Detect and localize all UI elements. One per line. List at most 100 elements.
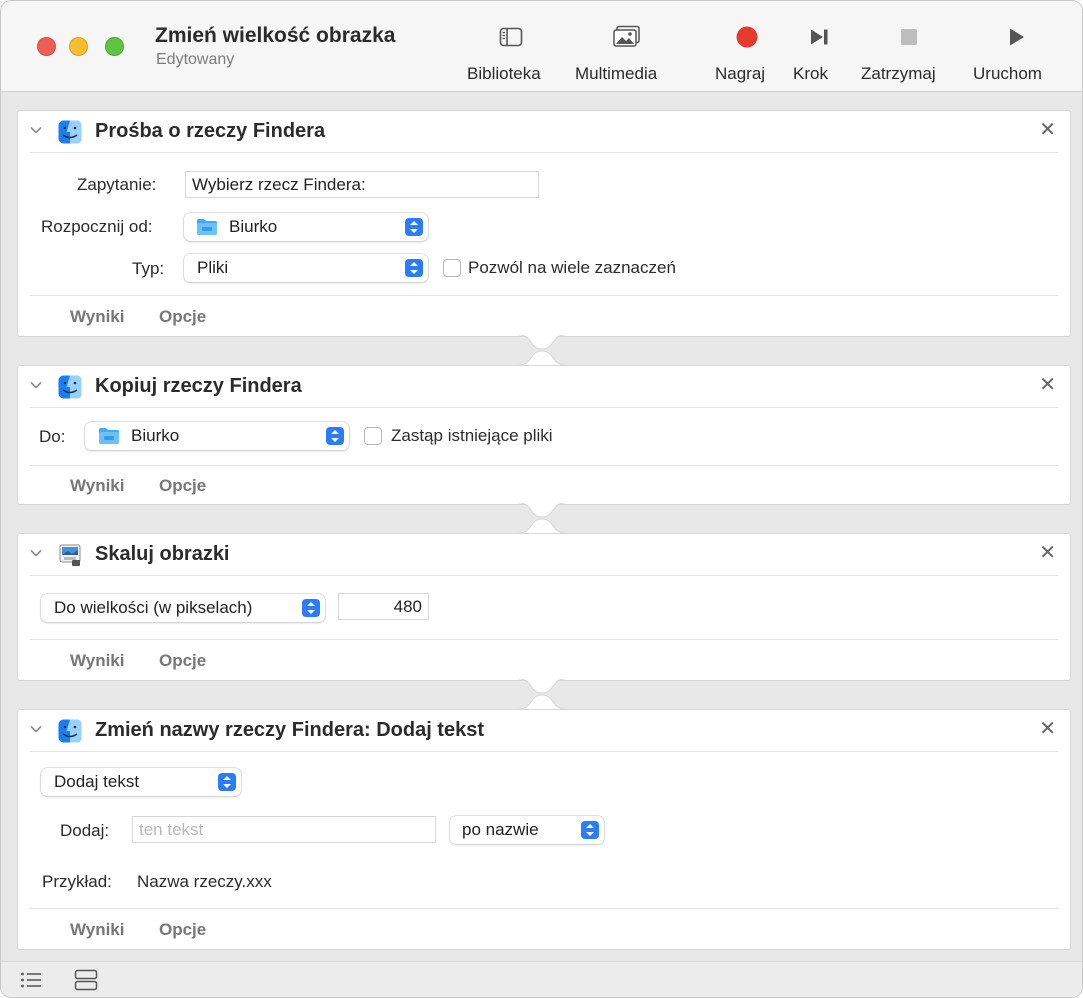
step-button[interactable]: Krok — [793, 19, 847, 83]
record-button[interactable]: Nagraj — [715, 19, 779, 83]
results-button[interactable]: Wyniki — [70, 651, 124, 671]
example-value: Nazwa rzeczy.xxx — [137, 872, 272, 891]
step-label: Krok — [793, 64, 828, 83]
finder-icon — [58, 375, 82, 399]
results-button[interactable]: Wyniki — [70, 476, 124, 496]
replace-existing-checkbox[interactable] — [364, 427, 382, 445]
scale-size-field[interactable]: 480 — [338, 593, 429, 620]
chevron-down-icon[interactable] — [29, 722, 43, 736]
action-header: Zmień nazwy rzeczy Findera: Dodaj tekst … — [18, 710, 1070, 751]
action-title: Prośba o rzeczy Findera — [95, 120, 326, 142]
divider — [30, 295, 1058, 296]
allow-multiple-label: Pozwól na wiele zaznaczeń — [468, 258, 676, 277]
close-icon[interactable]: ✕ — [1039, 543, 1056, 563]
start-at-label: Rozpocznij od: — [41, 217, 153, 236]
results-button[interactable]: Wyniki — [70, 307, 124, 327]
action-connector — [519, 679, 565, 709]
toolbar: Zmień wielkość obrazka Edytowany Bibliot… — [1, 1, 1082, 92]
options-button[interactable]: Opcje — [159, 651, 206, 671]
popup-arrows-icon — [405, 218, 423, 236]
divider — [30, 751, 1058, 752]
to-value: Biurko — [131, 426, 180, 445]
close-icon[interactable]: ✕ — [1039, 719, 1056, 739]
action-title: Skaluj obrazki — [95, 543, 230, 565]
options-button[interactable]: Opcje — [159, 307, 206, 327]
finder-icon — [58, 120, 82, 144]
popup-arrows-icon — [581, 821, 599, 839]
to-popup[interactable]: Biurko — [85, 422, 349, 450]
results-button[interactable]: Wyniki — [70, 920, 124, 940]
to-label: Do: — [39, 427, 66, 446]
media-button[interactable]: Multimedia — [575, 19, 679, 83]
scale-mode-popup[interactable]: Do wielkości (w pikselach) — [41, 594, 325, 622]
action-header: Kopiuj rzeczy Findera ✕ — [18, 366, 1070, 407]
popup-arrows-icon — [218, 773, 236, 791]
list-icon[interactable] — [20, 971, 42, 989]
chevron-down-icon[interactable] — [29, 546, 43, 560]
action-connector — [519, 503, 565, 533]
preview-icon — [59, 544, 81, 566]
replace-existing-label: Zastąp istniejące pliki — [391, 426, 553, 445]
automator-window: Zmień wielkość obrazka Edytowany Bibliot… — [0, 0, 1083, 998]
finder-icon — [58, 719, 82, 743]
start-at-value: Biurko — [229, 217, 278, 236]
options-button[interactable]: Opcje — [159, 476, 206, 496]
record-label: Nagraj — [715, 64, 766, 83]
action-connector — [519, 335, 565, 365]
chevron-down-icon[interactable] — [29, 378, 43, 392]
zoom-window-button[interactable] — [105, 37, 124, 56]
media-label: Multimedia — [575, 64, 658, 83]
close-window-button[interactable] — [37, 37, 56, 56]
action-copy-finder-items: Kopiuj rzeczy Findera ✕ Do: Biurko Zastą… — [17, 365, 1071, 505]
popup-arrows-icon — [326, 427, 344, 445]
action-title: Kopiuj rzeczy Findera — [95, 375, 302, 397]
run-label: Uruchom — [973, 64, 1042, 83]
rename-mode-value: Dodaj tekst — [54, 772, 140, 791]
folder-icon — [99, 428, 119, 444]
record-icon — [715, 19, 779, 55]
divider — [30, 908, 1058, 909]
divider — [30, 639, 1058, 640]
divider — [30, 407, 1058, 408]
library-label: Biblioteka — [467, 64, 541, 83]
step-icon — [793, 19, 847, 55]
prompt-field[interactable]: Wybierz rzecz Findera: — [185, 171, 539, 198]
allow-multiple-checkbox[interactable] — [443, 259, 461, 277]
type-popup[interactable]: Pliki — [184, 254, 428, 282]
add-text-field[interactable]: ten tekst — [132, 816, 436, 843]
position-popup[interactable]: po nazwie — [450, 816, 604, 844]
stop-label: Zatrzymaj — [861, 64, 936, 83]
bottom-bar — [1, 961, 1082, 997]
add-label: Dodaj: — [60, 821, 110, 840]
divider — [30, 575, 1058, 576]
stop-button[interactable]: Zatrzymaj — [861, 19, 957, 83]
close-icon[interactable]: ✕ — [1039, 375, 1056, 395]
stop-icon — [861, 19, 957, 55]
sidebar-icon — [467, 19, 555, 55]
action-ask-finder-items: Prośba o rzeczy Findera ✕ Zapytanie: Wyb… — [17, 110, 1071, 337]
rename-mode-popup[interactable]: Dodaj tekst — [41, 768, 241, 796]
position-value: po nazwie — [462, 820, 539, 839]
type-value: Pliki — [197, 258, 229, 277]
play-icon — [973, 19, 1061, 55]
action-header: Skaluj obrazki ✕ — [18, 534, 1070, 575]
prompt-label: Zapytanie: — [77, 175, 157, 194]
chevron-down-icon[interactable] — [29, 123, 43, 137]
action-rename-finder-items: Zmień nazwy rzeczy Findera: Dodaj tekst … — [17, 709, 1071, 950]
start-at-popup[interactable]: Biurko — [184, 213, 428, 241]
workflow-icon[interactable] — [74, 969, 98, 991]
window-subtitle: Edytowany — [156, 51, 235, 68]
library-button[interactable]: Biblioteka — [467, 19, 555, 83]
minimize-window-button[interactable] — [69, 37, 88, 56]
options-button[interactable]: Opcje — [159, 920, 206, 940]
close-icon[interactable]: ✕ — [1039, 120, 1056, 140]
action-title: Zmień nazwy rzeczy Findera: Dodaj tekst — [95, 719, 484, 741]
run-button[interactable]: Uruchom — [973, 19, 1061, 83]
example-label: Przykład: — [42, 872, 112, 891]
window-title: Zmień wielkość obrazka — [155, 24, 396, 47]
folder-icon — [197, 219, 217, 235]
action-header: Prośba o rzeczy Findera ✕ — [18, 111, 1070, 152]
type-label: Typ: — [132, 259, 165, 278]
photos-icon — [575, 19, 679, 55]
popup-arrows-icon — [302, 599, 320, 617]
